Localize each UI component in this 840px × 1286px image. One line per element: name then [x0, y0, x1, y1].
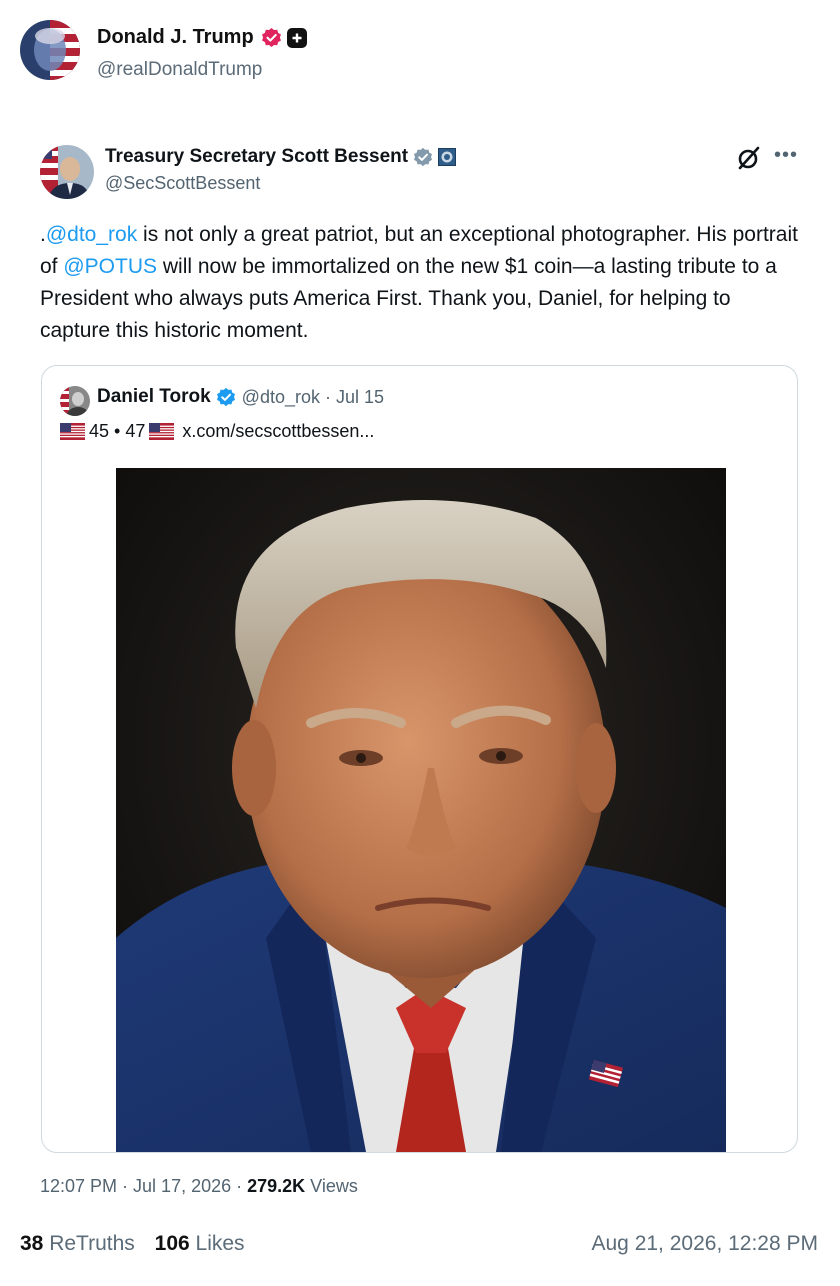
retruths-count[interactable]: 38	[20, 1232, 43, 1255]
avatar[interactable]	[20, 20, 80, 80]
quoted-link[interactable]: x.com/secscottbessen...	[182, 421, 374, 442]
quoted-meta: @dto_rok · Jul 15	[241, 386, 385, 407]
quoted-numbers: 45 • 47	[89, 421, 146, 441]
quoted-post-card[interactable]: Daniel Torok @dto_rok · Jul 15 45 • 47 x…	[41, 365, 798, 1153]
treasury-seal-icon	[438, 148, 457, 166]
display-name-text: Donald J. Trump	[97, 26, 254, 48]
portrait-image[interactable]	[116, 468, 726, 1152]
views-label: Views	[305, 1176, 358, 1196]
views-count: 279.2K	[247, 1176, 306, 1196]
embedded-timestamp: 12:07 PM · Jul 17, 2026 · 279.2K Views	[40, 1176, 358, 1197]
likes-label[interactable]: Likes	[196, 1232, 245, 1255]
retruths-label[interactable]: ReTruths	[49, 1232, 135, 1255]
handle[interactable]: @realDonaldTrump	[97, 59, 262, 81]
embedded-handle[interactable]: @SecScottBessent	[105, 173, 260, 194]
quoted-display-name[interactable]: Daniel Torok @dto_rok · Jul 15	[97, 386, 384, 408]
post-stats: 38 ReTruths 106 Likes	[20, 1232, 245, 1256]
mention-link[interactable]: @POTUS	[63, 255, 157, 278]
quoted-display-name-text: Daniel Torok	[97, 386, 211, 407]
embedded-display-name-text: Treasury Secretary Scott Bessent	[105, 146, 409, 167]
plus-badge-icon	[286, 27, 307, 48]
more-options-icon[interactable]: •••	[774, 144, 798, 167]
us-flag-icon	[60, 423, 85, 440]
quoted-avatar[interactable]	[60, 386, 90, 416]
blue-verified-badge-icon	[216, 387, 235, 407]
display-name[interactable]: Donald J. Trump	[97, 26, 307, 49]
embedded-avatar[interactable]	[40, 145, 94, 199]
embedded-display-name[interactable]: Treasury Secretary Scott Bessent	[105, 146, 457, 168]
us-flag-icon	[149, 423, 175, 440]
post-date[interactable]: Aug 21, 2026, 12:28 PM	[592, 1232, 819, 1256]
likes-count[interactable]: 106	[155, 1232, 190, 1255]
gray-verified-badge-icon	[414, 147, 433, 167]
timestamp-text: 12:07 PM · Jul 17, 2026 ·	[40, 1176, 248, 1196]
mention-link[interactable]: @dto_rok	[46, 223, 137, 246]
grok-icon[interactable]	[736, 145, 762, 171]
embedded-post-text: .@dto_rok is not only a great patriot, b…	[40, 219, 800, 347]
verified-badge-icon	[261, 27, 281, 48]
quoted-post-text: 45 • 47 x.com/secscottbessen...	[60, 421, 374, 442]
